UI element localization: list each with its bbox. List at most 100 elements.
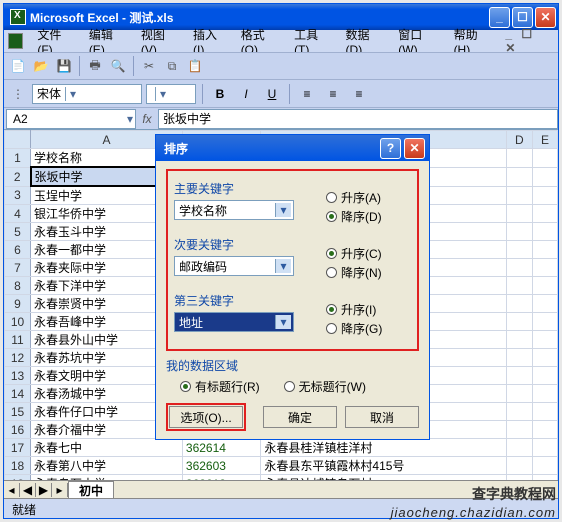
tab-nav-prev[interactable]: ◀ [20,483,36,497]
chevron-down-icon[interactable]: ▾ [275,259,291,273]
wb-min-button[interactable]: _ [502,27,515,41]
cell[interactable] [532,331,557,349]
row-header[interactable]: 6 [5,241,31,259]
row-header[interactable]: 16 [5,421,31,439]
chevron-down-icon[interactable]: ▾ [275,203,291,217]
row-header[interactable]: 7 [5,259,31,277]
row-header[interactable]: 17 [5,439,31,457]
cell[interactable] [532,385,557,403]
name-box[interactable]: A2 ▾ [6,109,136,129]
maximize-button[interactable]: ☐ [512,7,533,28]
cell[interactable] [506,403,532,421]
row-header[interactable]: 1 [5,149,31,168]
chevron-down-icon[interactable]: ▾ [155,87,170,101]
col-header[interactable]: E [532,131,557,149]
cell[interactable]: 永春县东平镇霞林村415号 [261,457,506,475]
cell[interactable] [506,186,532,205]
cell[interactable]: 362603 [182,457,261,475]
tertiary-asc-radio[interactable]: 升序(I) [326,301,382,318]
options-button[interactable]: 选项(O)... [169,406,243,428]
dialog-help-button[interactable]: ? [380,138,401,159]
underline-button[interactable]: U [261,84,283,104]
primary-key-combo[interactable]: 学校名称 ▾ [174,200,294,220]
secondary-asc-radio[interactable]: 升序(C) [326,245,382,262]
cell[interactable] [532,167,557,186]
col-header[interactable] [5,131,31,149]
primary-asc-radio[interactable]: 升序(A) [326,189,382,206]
font-combo[interactable]: 宋体 ▾ [32,84,142,104]
cell[interactable] [532,277,557,295]
secondary-desc-radio[interactable]: 降序(N) [326,264,382,281]
align-center-icon[interactable]: ≡ [322,84,344,104]
row-header[interactable]: 8 [5,277,31,295]
print-icon[interactable]: 🖶 [85,56,105,76]
cell[interactable] [506,439,532,457]
row-header[interactable]: 4 [5,205,31,223]
row-header[interactable]: 19 [5,475,31,481]
cell[interactable] [532,349,557,367]
header-yes-radio[interactable]: 有标题行(R) [180,378,260,395]
cell[interactable] [532,439,557,457]
row-header[interactable]: 14 [5,385,31,403]
cell[interactable]: 永春第八中学 [31,457,183,475]
cell[interactable] [506,149,532,168]
cell[interactable] [532,313,557,331]
chevron-down-icon[interactable]: ▾ [275,315,291,329]
cell[interactable]: 362614 [182,439,261,457]
italic-button[interactable]: I [235,84,257,104]
row-header[interactable]: 12 [5,349,31,367]
fx-button[interactable]: fx [136,112,158,126]
row-header[interactable]: 13 [5,367,31,385]
cell[interactable]: 永春县达埔镇乌石村 [261,475,506,481]
tab-nav-first[interactable]: ◂ [4,483,20,497]
secondary-key-combo[interactable]: 邮政编码 ▾ [174,256,294,276]
header-no-radio[interactable]: 无标题行(W) [284,378,366,395]
tab-nav-last[interactable]: ▸ [52,483,68,497]
close-button[interactable]: ✕ [535,7,556,28]
save-icon[interactable]: 💾 [54,56,74,76]
primary-desc-radio[interactable]: 降序(D) [326,208,382,225]
copy-icon[interactable]: ⧉ [162,56,182,76]
tab-nav-next[interactable]: ▶ [36,483,52,497]
cell[interactable] [506,277,532,295]
cell[interactable] [506,241,532,259]
cell[interactable] [532,241,557,259]
paste-icon[interactable]: 📋 [185,56,205,76]
chevron-down-icon[interactable]: ▾ [65,87,80,101]
cell[interactable] [506,475,532,481]
cell[interactable] [532,295,557,313]
row-header[interactable]: 10 [5,313,31,331]
cell[interactable] [506,205,532,223]
row-header[interactable]: 3 [5,186,31,205]
cell[interactable]: 362612 [182,475,261,481]
cancel-button[interactable]: 取消 [345,406,419,428]
toolbar-handle-icon[interactable]: ⋮ [8,84,28,104]
cell[interactable] [532,205,557,223]
cell[interactable] [506,367,532,385]
tertiary-key-combo[interactable]: 地址 ▾ [174,312,294,332]
cell[interactable] [506,331,532,349]
cell[interactable] [532,421,557,439]
align-right-icon[interactable]: ≡ [348,84,370,104]
formula-input[interactable]: 张坂中学 [158,109,558,129]
chevron-down-icon[interactable]: ▾ [127,112,133,126]
cell[interactable]: 永春县桂洋镇桂洋村 [261,439,506,457]
cell[interactable] [506,457,532,475]
row-header[interactable]: 18 [5,457,31,475]
cell[interactable] [532,149,557,168]
cell[interactable] [506,259,532,277]
align-left-icon[interactable]: ≡ [296,84,318,104]
doc-icon[interactable] [8,33,23,49]
cut-icon[interactable]: ✂ [139,56,159,76]
cell[interactable] [532,475,557,481]
ok-button[interactable]: 确定 [263,406,337,428]
cell[interactable] [506,421,532,439]
cell[interactable] [532,186,557,205]
wb-max-button[interactable]: ☐ [518,27,535,41]
row-header[interactable]: 15 [5,403,31,421]
new-icon[interactable]: 📄 [8,56,28,76]
cell[interactable]: 永春乌石中学 [31,475,183,481]
row-header[interactable]: 11 [5,331,31,349]
row-header[interactable]: 9 [5,295,31,313]
col-header[interactable]: D [506,131,532,149]
